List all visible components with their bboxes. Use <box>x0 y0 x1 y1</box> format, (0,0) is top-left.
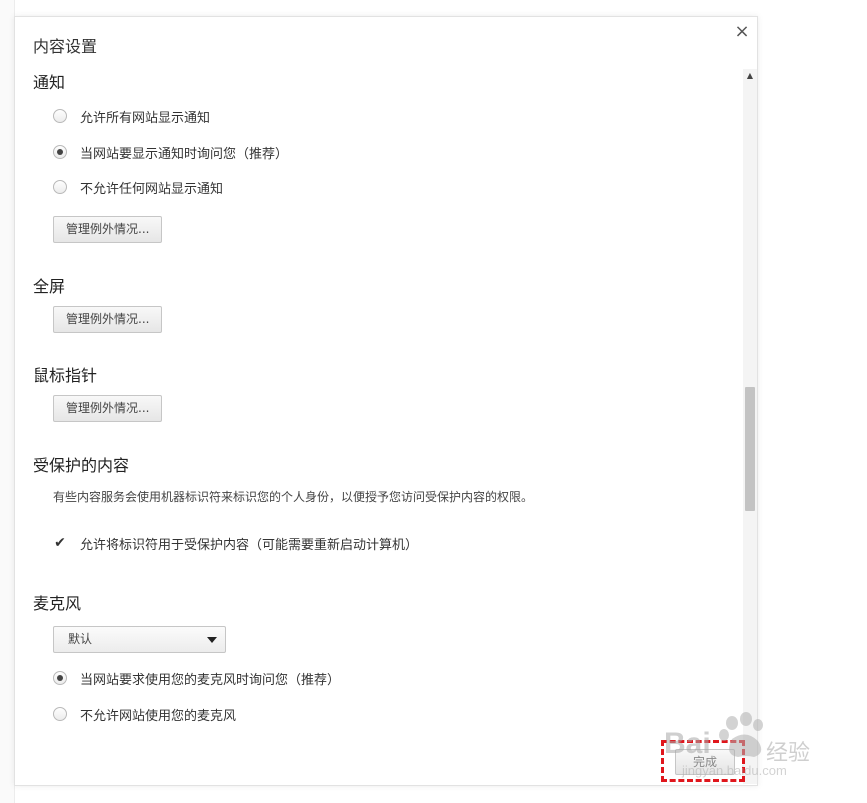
scrollbar-thumb[interactable] <box>745 387 755 511</box>
radio-icon <box>53 109 67 123</box>
vertical-scrollbar[interactable]: ▲ <box>743 69 757 784</box>
radio-icon <box>53 180 67 194</box>
radio-checked-icon <box>53 671 67 685</box>
notifications-allow-all-radio[interactable]: 允许所有网站显示通知 <box>53 106 210 126</box>
microphone-title: 麦克风 <box>33 594 82 613</box>
scroll-up-arrow-icon[interactable]: ▲ <box>743 69 757 83</box>
radio-label: 当网站要显示通知时询问您（推荐） <box>80 146 289 162</box>
radio-label: 当网站要求使用您的麦克风时询问您（推荐） <box>80 672 341 688</box>
microphone-ask-radio[interactable]: 当网站要求使用您的麦克风时询问您（推荐） <box>53 668 340 688</box>
radio-label: 不允许网站使用您的麦克风 <box>80 708 237 724</box>
radio-label: 不允许任何网站显示通知 <box>80 181 224 197</box>
fullscreen-manage-exceptions-button[interactable]: 管理例外情况... <box>53 306 163 333</box>
dropdown-caret-icon <box>207 637 217 643</box>
microphone-device-select[interactable]: 默认 <box>53 626 226 653</box>
mouse-cursor-title: 鼠标指针 <box>33 366 98 385</box>
radio-label: 允许所有网站显示通知 <box>80 110 211 126</box>
radio-checked-icon <box>53 145 67 159</box>
radio-icon <box>53 707 67 721</box>
watermark-brand-suffix: 经验 <box>766 741 811 766</box>
protected-content-description: 有些内容服务会使用机器标识符来标识您的个人身份，以便授予您访问受保护内容的权限。 <box>53 490 534 504</box>
done-button-highlight-box <box>661 740 745 782</box>
microphone-block-radio[interactable]: 不允许网站使用您的麦克风 <box>53 704 236 724</box>
notifications-manage-exceptions-button[interactable]: 管理例外情况... <box>53 216 163 243</box>
background-window-edge <box>0 0 15 803</box>
notifications-block-all-radio[interactable]: 不允许任何网站显示通知 <box>53 177 223 197</box>
notifications-title: 通知 <box>33 73 66 92</box>
notifications-ask-radio[interactable]: 当网站要显示通知时询问您（推荐） <box>53 142 288 162</box>
content-settings-dialog: 内容设置 × 通知 允许所有网站显示通知 当网站要显示通知时询问您（推荐） 不允… <box>14 16 758 786</box>
mouse-cursor-manage-exceptions-button[interactable]: 管理例外情况... <box>53 395 163 422</box>
microphone-selected-device: 默认 <box>68 632 93 646</box>
checkbox-label: 允许将标识符用于受保护内容（可能需要重新启动计算机） <box>80 537 419 553</box>
fullscreen-title: 全屏 <box>33 277 66 296</box>
close-icon[interactable]: × <box>733 23 751 41</box>
protected-content-title: 受保护的内容 <box>33 456 130 475</box>
checkbox-checked-icon: ✔ <box>54 535 66 551</box>
protected-content-identifier-checkbox[interactable]: ✔ 允许将标识符用于受保护内容（可能需要重新启动计算机） <box>53 533 418 553</box>
dialog-title: 内容设置 <box>33 37 98 56</box>
